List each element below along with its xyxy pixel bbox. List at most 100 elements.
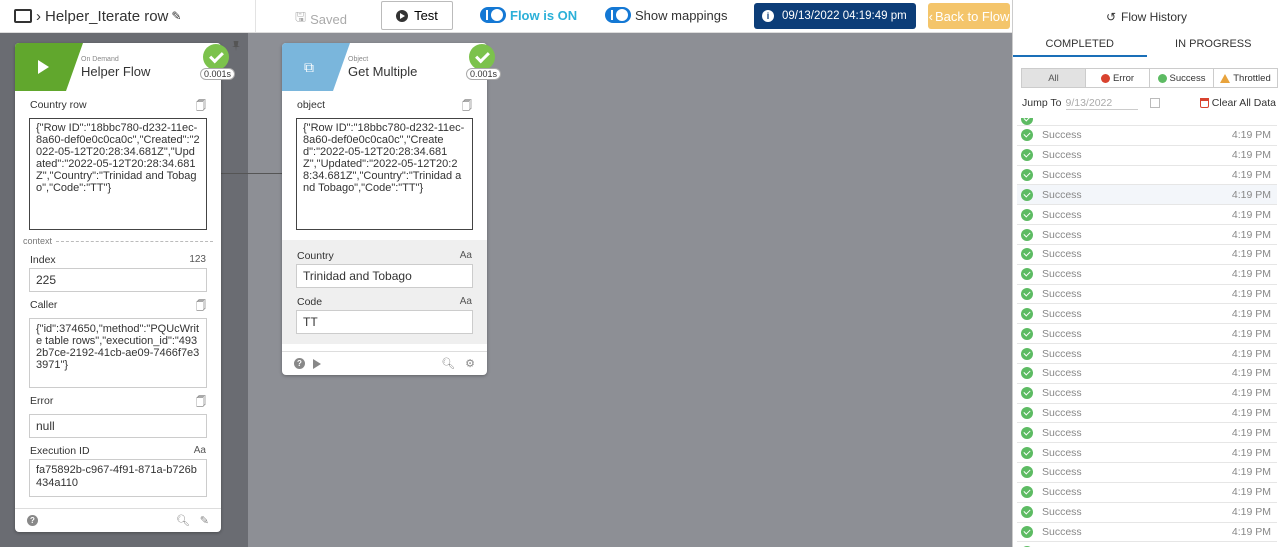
flow-name[interactable]: Helper_Iterate row	[45, 8, 168, 25]
toggle-switch-icon	[605, 7, 631, 23]
filter-error[interactable]: Error	[1085, 68, 1150, 88]
history-row[interactable]: Success4:19 PM	[1017, 285, 1277, 305]
history-row[interactable]: Success4:19 PM	[1017, 185, 1277, 206]
filter-success[interactable]: Success	[1149, 68, 1214, 88]
help-icon[interactable]: ?	[27, 515, 38, 526]
history-time: 4:19 PM	[1231, 407, 1271, 419]
history-row[interactable]: Success4:19 PM	[1017, 423, 1277, 444]
calendar-icon[interactable]	[1149, 98, 1160, 108]
help-icon[interactable]: ?	[294, 358, 305, 369]
card-header: On Demand Helper Flow 0.001s	[15, 43, 236, 91]
history-time: 4:19 PM	[1231, 466, 1271, 479]
history-time: 4:19 PM	[1231, 486, 1271, 499]
history-status: Success	[1042, 129, 1082, 142]
index-label: Index 123	[15, 254, 221, 266]
history-row[interactable]: Success4:19 PM	[1017, 384, 1277, 404]
helper-flow-card[interactable]: On Demand Helper Flow 0.001s Country row…	[15, 43, 236, 532]
success-icon	[1021, 188, 1033, 201]
search-icon[interactable]: 🔍︎	[176, 514, 190, 527]
object-value[interactable]: {"Row ID":"18bbc780-d232-11ec-8a60-def0e…	[296, 118, 473, 230]
country-row-value[interactable]: {"Row ID":"18bbc780-d232-11ec-8a60-def0e…	[29, 118, 207, 230]
tab-completed[interactable]: COMPLETED	[1013, 33, 1147, 57]
success-icon	[1021, 327, 1033, 340]
execution-timestamp: 09/13/2022 04:19:49 pm	[782, 10, 907, 22]
success-icon	[1157, 73, 1167, 83]
filter-all[interactable]: All	[1021, 68, 1086, 88]
test-button[interactable]: Test	[381, 1, 453, 30]
country-value[interactable]: Trinidad and Tobago	[296, 264, 473, 288]
history-row[interactable]: Success4:19 PM	[1017, 542, 1277, 547]
history-status: Success	[1042, 327, 1082, 340]
outputs-section: Country Aa Trinidad and Tobago Code Aa T…	[282, 240, 487, 344]
history-row[interactable]: Success4:19 PM	[1017, 245, 1277, 265]
error-icon	[1100, 73, 1110, 83]
history-row[interactable]: Success4:19 PM	[1017, 324, 1277, 345]
history-row[interactable]: Success4:19 PM	[1017, 225, 1277, 245]
pencil-icon[interactable]: ✎	[171, 9, 181, 23]
error-label: Error 🗍	[15, 395, 221, 412]
history-status: Success	[1042, 268, 1082, 281]
show-mappings-toggle[interactable]: Show mappings	[605, 7, 728, 23]
history-row[interactable]: Success4:19 PM	[1017, 523, 1277, 543]
jump-to-date-input[interactable]: 9/13/2022	[1065, 97, 1138, 110]
field-label: Execution ID	[30, 445, 90, 457]
execution-id-value[interactable]: fa75892b-c967-4f91-871a-b726b434a110	[29, 459, 207, 497]
index-value[interactable]: 225	[29, 268, 207, 292]
error-value[interactable]: null	[29, 414, 207, 438]
history-row[interactable]: Success4:19 PM	[1017, 265, 1277, 285]
folder-icon[interactable]	[14, 9, 32, 23]
card-title: Helper Flow	[81, 63, 151, 79]
history-status: Success	[1042, 347, 1082, 360]
gear-icon[interactable]: ⚙	[465, 357, 475, 370]
card-footer: ? 🔍︎ ⚙	[282, 351, 487, 375]
flow-canvas[interactable]: On Demand Helper Flow 0.001s Country row…	[0, 33, 1012, 547]
success-icon	[1021, 129, 1033, 142]
history-row[interactable]: Success4:19 PM	[1017, 404, 1277, 424]
flow-on-toggle[interactable]: Flow is ON	[480, 7, 577, 23]
country-row-label: Country row 🗍	[15, 99, 221, 116]
back-to-flow-button[interactable]: ‹ Back to Flow	[928, 3, 1010, 29]
history-row[interactable]: Success4:19 PM	[1017, 443, 1277, 464]
execution-timestamp-button[interactable]: i 09/13/2022 04:19:49 pm	[754, 3, 916, 29]
object-label: object 🗍	[282, 99, 487, 116]
field-label: Code	[297, 296, 323, 308]
pencil-icon[interactable]: ✎	[200, 514, 209, 527]
history-row[interactable]: Success4:19 PM	[1017, 304, 1277, 325]
success-icon	[1021, 525, 1033, 538]
saved-button[interactable]: 🖫 Saved	[295, 8, 347, 30]
history-time: 4:19 PM	[1231, 129, 1271, 142]
success-icon	[1021, 426, 1033, 439]
history-row[interactable]: Success4:19 PM	[1017, 483, 1277, 503]
history-status: Success	[1042, 426, 1082, 439]
panel-title: Flow History	[1121, 9, 1188, 24]
history-list[interactable]: Success 4:19 PM Success 4:19 PM Success 4:19 …	[1017, 118, 1277, 547]
context-label: context	[23, 236, 53, 246]
search-icon[interactable]: 🔍︎	[441, 357, 455, 370]
history-time: 4:19 PM	[1231, 525, 1271, 538]
history-row[interactable]: Success4:19 PM	[1017, 503, 1277, 523]
tab-in-progress[interactable]: IN PROGRESS	[1147, 33, 1280, 57]
play-icon[interactable]	[313, 358, 321, 369]
history-icon: ↺	[1105, 9, 1117, 24]
chevron-left-icon: ‹	[928, 8, 933, 24]
history-row[interactable]: Success4:19 PM	[1017, 344, 1277, 364]
history-row[interactable]: Success 4:19 PM	[1017, 126, 1277, 146]
breadcrumb: › Helper_Iterate row ✎	[0, 0, 256, 32]
filter-throttled[interactable]: Throttled	[1213, 68, 1278, 88]
success-icon	[1021, 347, 1033, 360]
card-header: ⧉ Object Get Multiple 0.001s	[282, 43, 502, 91]
code-value[interactable]: TT	[296, 310, 473, 334]
success-icon	[1021, 466, 1033, 479]
history-row[interactable]: Success4:19 PM	[1017, 166, 1277, 186]
history-row[interactable]: Success4:19 PM	[1017, 205, 1277, 226]
history-row[interactable]: Success4:19 PM	[1017, 146, 1277, 166]
list-item[interactable]	[1017, 118, 1277, 126]
country-label: Country Aa	[282, 250, 487, 262]
history-status: Success	[1042, 248, 1082, 261]
get-multiple-card[interactable]: ⧉ Object Get Multiple 0.001s object 🗍 {"…	[282, 43, 502, 375]
clear-all-data-button[interactable]: Clear All Data	[1199, 97, 1276, 109]
history-row[interactable]: Success4:19 PM	[1017, 463, 1277, 483]
history-row[interactable]: Success4:19 PM	[1017, 364, 1277, 384]
caller-value[interactable]: {"id":374650,"method":"PQUcWrite table r…	[29, 318, 207, 388]
jump-to-bar: Jump To 9/13/2022 Clear All Data	[1022, 95, 1276, 111]
